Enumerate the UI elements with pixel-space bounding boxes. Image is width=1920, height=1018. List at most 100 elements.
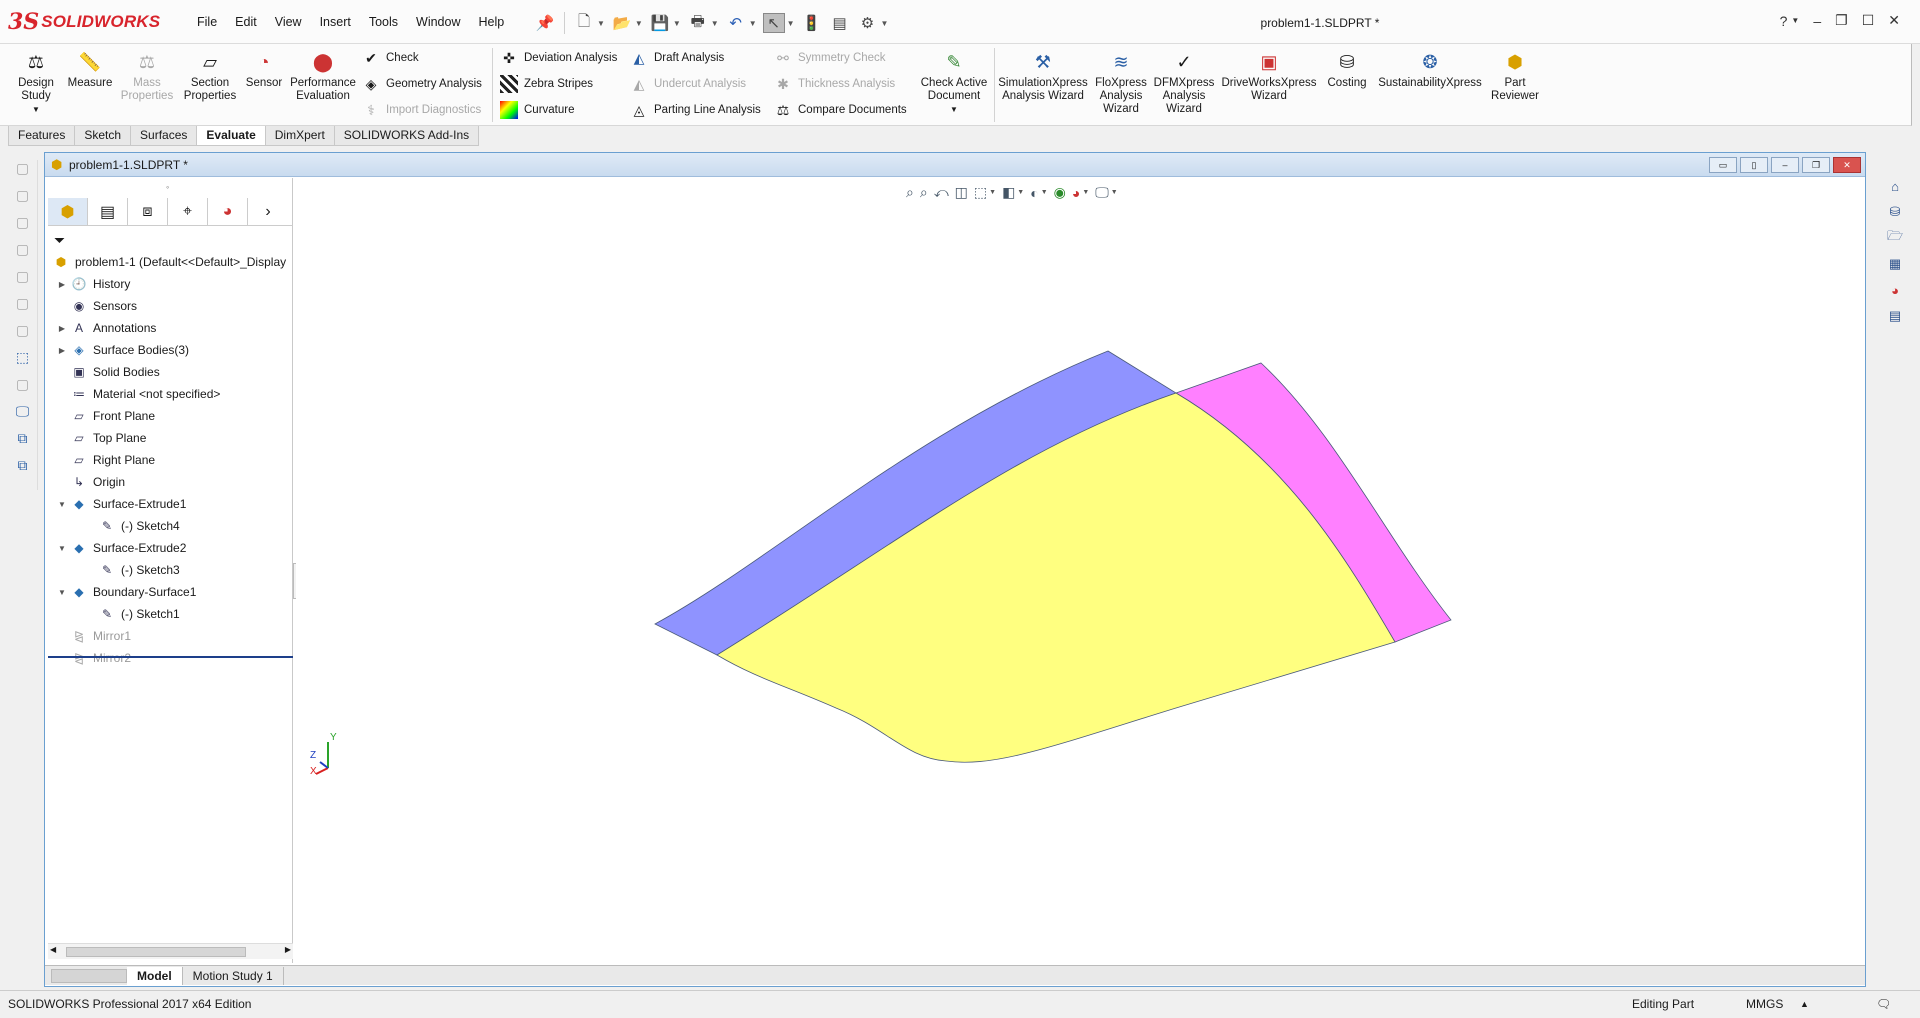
appearances-icon[interactable]: ◕ bbox=[1885, 280, 1905, 300]
part-reviewer-button[interactable]: ⬢ Part Reviewer bbox=[1490, 50, 1540, 103]
tree-node[interactable]: ▶ 🕘 History bbox=[48, 273, 293, 295]
graphics-area[interactable]: ⌕ ⌕ ⤺ ◫ ⬚ ▼ ◧ ▼ ◐ ▼ ◉ ◕ ▼ 🖵 ▼ Y X Z bbox=[296, 178, 1864, 963]
symmetry-check-button[interactable]: ⚯ Symmetry Check bbox=[774, 48, 885, 68]
doc-minimize-button[interactable]: – bbox=[1771, 157, 1799, 173]
draft-analysis-button[interactable]: ◭ Draft Analysis bbox=[630, 48, 725, 68]
costing-button[interactable]: ⛁ Costing bbox=[1322, 50, 1372, 90]
menu-view[interactable]: View bbox=[266, 15, 311, 29]
tab-dimxpert[interactable]: DimXpert bbox=[264, 126, 335, 146]
chevron-right-icon[interactable]: › bbox=[248, 198, 288, 225]
chevron-down-icon[interactable]: ▼ bbox=[950, 103, 958, 116]
expand-arrow-icon[interactable]: ▶ bbox=[54, 324, 70, 333]
chevron-down-icon[interactable]: ▼ bbox=[597, 19, 605, 28]
home-icon[interactable]: ⌂ bbox=[1885, 176, 1905, 196]
dfmxpress-button[interactable]: ✓ DFMXpress Analysis Wizard bbox=[1152, 50, 1216, 116]
tree-node[interactable]: ⧎ Mirror2 bbox=[48, 647, 293, 669]
menu-window[interactable]: Window bbox=[407, 15, 469, 29]
check-button[interactable]: ✔ Check bbox=[362, 48, 418, 68]
compare-documents-button[interactable]: ⚖ Compare Documents bbox=[774, 100, 907, 120]
tool-icon[interactable]: ▢ bbox=[16, 295, 29, 312]
sensor-button[interactable]: ◔ Sensor bbox=[244, 50, 284, 90]
pin-icon[interactable]: 📌 bbox=[534, 13, 556, 33]
expand-arrow-icon[interactable]: ▶ bbox=[54, 346, 70, 355]
model-surfaces[interactable] bbox=[296, 178, 1864, 963]
expand-arrow-icon[interactable]: ▶ bbox=[54, 280, 70, 289]
chevron-down-icon[interactable]: ▼ bbox=[881, 19, 889, 28]
copy-tool-icon[interactable]: ⧉ bbox=[18, 430, 28, 447]
splitter-handle[interactable]: ◦ bbox=[166, 182, 169, 192]
deviation-analysis-button[interactable]: ✜ Deviation Analysis bbox=[500, 48, 617, 68]
simulationxpress-button[interactable]: ⚒ SimulationXpress Analysis Wizard bbox=[996, 50, 1090, 103]
scroll-left-icon[interactable]: ◀ bbox=[50, 945, 56, 954]
filter-icon[interactable]: ⏷ bbox=[54, 232, 65, 249]
horizontal-scrollbar[interactable]: ◀ ▶ bbox=[48, 943, 293, 959]
scroll-right-icon[interactable]: ▶ bbox=[285, 945, 291, 954]
tree-node[interactable]: ✎ (-) Sketch3 bbox=[48, 559, 293, 581]
new-document-icon[interactable]: 🗋 bbox=[573, 13, 595, 33]
minimize-button[interactable]: – bbox=[1813, 13, 1821, 29]
tile-vertical-button[interactable]: ▯ bbox=[1740, 157, 1768, 173]
configuration-manager-tab-icon[interactable]: ⧈ bbox=[128, 198, 168, 225]
design-study-button[interactable]: ⚖ Design Study ▼ bbox=[14, 50, 58, 116]
file-explorer-icon[interactable]: 🗁 bbox=[1885, 228, 1905, 248]
collapse-arrow-icon[interactable]: ▼ bbox=[54, 500, 70, 509]
sustainabilityxpress-button[interactable]: ❂ SustainabilityXpress bbox=[1374, 50, 1486, 90]
tree-node[interactable]: ▼ ◆ Surface-Extrude2 bbox=[48, 537, 293, 559]
tree-node[interactable]: ≔ Material <not specified> bbox=[48, 383, 293, 405]
check-active-document-button[interactable]: ✎ Check Active Document ▼ bbox=[918, 50, 990, 116]
tool-icon[interactable]: ▢ bbox=[16, 376, 29, 393]
property-manager-tab-icon[interactable]: ▤ bbox=[88, 198, 128, 225]
mass-properties-button[interactable]: ⚖ Mass Properties bbox=[118, 50, 176, 103]
rebuild-traffic-light-icon[interactable]: 🚦 bbox=[801, 13, 823, 33]
tree-node[interactable]: ▱ Top Plane bbox=[48, 427, 293, 449]
tree-node[interactable]: ▼ ◆ Surface-Extrude1 bbox=[48, 493, 293, 515]
display-manager-tab-icon[interactable]: ◕ bbox=[208, 198, 248, 225]
chevron-down-icon[interactable]: ▼ bbox=[787, 19, 795, 28]
rollback-bar[interactable] bbox=[48, 656, 293, 658]
undo-icon[interactable]: ↶ bbox=[725, 13, 747, 33]
feature-tree-tab-icon[interactable]: ⬢ bbox=[48, 198, 88, 225]
tree-node[interactable]: ↳ Origin bbox=[48, 471, 293, 493]
tab-surfaces[interactable]: Surfaces bbox=[130, 126, 198, 146]
geometry-analysis-button[interactable]: ◈ Geometry Analysis bbox=[362, 74, 482, 94]
tool-icon[interactable]: ▢ bbox=[16, 241, 29, 258]
chevron-down-icon[interactable]: ▼ bbox=[635, 19, 643, 28]
help-balloon-icon[interactable]: 🗨 bbox=[1876, 997, 1891, 1011]
chevron-down-icon[interactable]: ▼ bbox=[1791, 16, 1799, 25]
tab-navigation-arrows[interactable] bbox=[51, 968, 127, 983]
menu-help[interactable]: Help bbox=[470, 15, 514, 29]
tool-icon[interactable]: ▢ bbox=[16, 268, 29, 285]
save-icon[interactable]: 💾 bbox=[649, 13, 671, 33]
menu-insert[interactable]: Insert bbox=[311, 15, 360, 29]
tree-node[interactable]: ✎ (-) Sketch1 bbox=[48, 603, 293, 625]
display-tool-icon[interactable]: 🖵 bbox=[16, 403, 30, 420]
tool-icon[interactable]: ▢ bbox=[16, 322, 29, 339]
select-pointer-icon[interactable]: ↖ bbox=[762, 13, 785, 33]
tool-icon[interactable]: ▢ bbox=[16, 187, 29, 204]
tree-node[interactable]: ▱ Right Plane bbox=[48, 449, 293, 471]
section-properties-button[interactable]: ▱ Section Properties bbox=[180, 50, 240, 103]
tree-node[interactable]: ▼ ◆ Boundary-Surface1 bbox=[48, 581, 293, 603]
solidworks-logo[interactable]: 3S SOLIDWORKS bbox=[8, 8, 160, 36]
chevron-down-icon[interactable]: ▼ bbox=[749, 19, 757, 28]
view-palette-icon[interactable]: ▦ bbox=[1885, 254, 1905, 274]
tree-node[interactable]: ⬢ problem1-1 (Default<<Default>_Display bbox=[48, 251, 293, 273]
tree-node[interactable]: ▶ A Annotations bbox=[48, 317, 293, 339]
chevron-down-icon[interactable]: ▼ bbox=[32, 103, 40, 116]
tree-node[interactable]: ✎ (-) Sketch4 bbox=[48, 515, 293, 537]
tab-evaluate[interactable]: Evaluate bbox=[196, 126, 266, 146]
performance-evaluation-button[interactable]: ⬤ Performance Evaluation bbox=[288, 50, 358, 103]
paste-tool-icon[interactable]: ⧉ bbox=[18, 457, 28, 474]
collapse-arrow-icon[interactable]: ▼ bbox=[54, 544, 70, 553]
help-icon[interactable]: ? bbox=[1780, 13, 1788, 29]
menu-edit[interactable]: Edit bbox=[226, 15, 266, 29]
tree-node[interactable]: ▱ Front Plane bbox=[48, 405, 293, 427]
tile-horizontal-button[interactable]: ▭ bbox=[1709, 157, 1737, 173]
thickness-analysis-button[interactable]: ✱ Thickness Analysis bbox=[774, 74, 895, 94]
file-properties-icon[interactable]: ▤ bbox=[829, 13, 851, 33]
maximize-button[interactable]: ☐ bbox=[1862, 12, 1875, 29]
tree-node[interactable]: ⧎ Mirror1 bbox=[48, 625, 293, 647]
chevron-down-icon[interactable]: ▼ bbox=[711, 19, 719, 28]
zebra-stripes-button[interactable]: Zebra Stripes bbox=[500, 74, 593, 94]
close-button[interactable]: ✕ bbox=[1888, 12, 1900, 29]
